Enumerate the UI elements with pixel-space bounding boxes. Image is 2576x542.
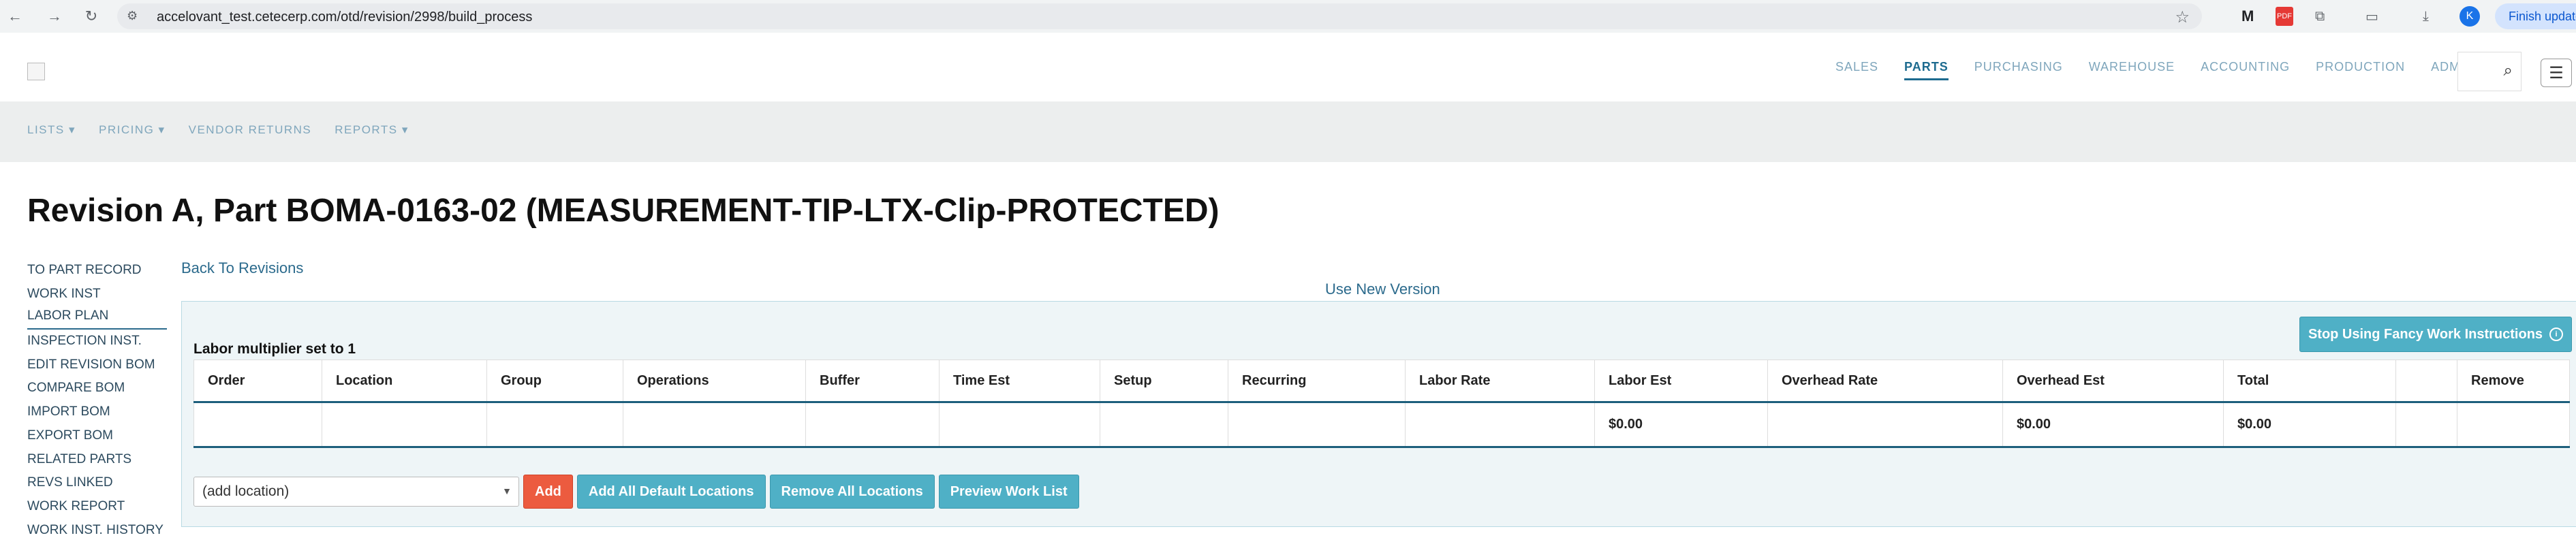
nav-production[interactable]: PRODUCTION [2316,60,2405,80]
total-cell [486,402,623,448]
column-header-group: Group [486,360,623,403]
tab-search-icon[interactable]: ▭ [2365,7,2378,26]
total-cell [939,402,1100,448]
total-cell [1405,402,1595,448]
subnav-vendor-returns[interactable]: VENDOR RETURNS [189,123,312,137]
sidebar-item-to-part-record[interactable]: TO PART RECORD [27,259,167,283]
column-header-labor-rate: Labor Rate [1405,360,1595,403]
column-header-location: Location [322,360,487,403]
nav-purchasing[interactable]: PURCHASING [1974,60,2063,80]
nav-sales[interactable]: SALES [1835,60,1878,80]
labor-multiplier-text: Labor multiplier set to 1 [193,341,356,357]
total-cell [2395,402,2457,448]
sidebar-item-work-report[interactable]: WORK REPORT [27,495,167,519]
column-header-operations: Operations [623,360,806,403]
page-title: Revision A, Part BOMA-0163-02 (MEASUREME… [27,193,1220,229]
sidebar-item-compare-bom[interactable]: COMPARE BOM [27,377,167,400]
sidebar-item-labor-plan[interactable]: LABOR PLAN [27,306,167,330]
back-arrow-icon[interactable]: ← [4,5,26,27]
sidebar-item-related-parts[interactable]: RELATED PARTS [27,448,167,472]
column-header-labor-est: Labor Est [1594,360,1768,403]
subnav-reports[interactable]: REPORTS ▾ [335,123,409,137]
pdf-extension-icon[interactable]: PDF [2276,7,2293,26]
browser-toolbar: ← → ↻ ⚙ accelovant_test.cetecerp.com/otd… [0,0,2576,33]
column-header-order: Order [193,360,322,403]
app-header: SALES PARTS PURCHASING WAREHOUSE ACCOUNT… [0,33,2576,101]
address-bar[interactable]: ⚙ accelovant_test.cetecerp.com/otd/revis… [117,3,2202,29]
subnav-pricing[interactable]: PRICING ▾ [99,123,166,137]
table-header-row: Order Location Group Operations Buffer T… [193,360,2570,403]
column-header-overhead-rate: Overhead Rate [1767,360,2003,403]
sidebar-item-work-inst-history[interactable]: WORK INST. HISTORY [27,519,167,542]
reload-icon[interactable]: ↻ [80,5,102,27]
add-all-default-locations-button[interactable]: Add All Default Locations [576,475,766,509]
hamburger-menu-icon[interactable]: ☰ [2541,59,2572,87]
nav-accounting[interactable]: ACCOUNTING [2201,60,2290,80]
add-button[interactable]: Add [523,475,573,509]
column-header-buffer: Buffer [805,360,940,403]
nav-parts[interactable]: PARTS [1904,60,1949,80]
subnav-lists[interactable]: LISTS ▾ [27,123,76,137]
preview-work-list-button[interactable]: Preview Work List [938,475,1079,509]
sidebar-item-inspection-inst[interactable]: INSPECTION INST. [27,330,167,353]
sidebar-item-revs-linked[interactable]: REVS LINKED [27,471,167,495]
sidebar: TO PART RECORD WORK INST LABOR PLAN INSP… [27,259,167,542]
column-header-overhead-est: Overhead Est [2002,360,2224,403]
location-actions: (add location) ▼ Add Add All Default Loc… [193,475,1079,509]
remove-all-locations-button[interactable]: Remove All Locations [769,475,935,509]
top-navigation: SALES PARTS PURCHASING WAREHOUSE ACCOUNT… [1835,60,2500,80]
back-to-revisions-link[interactable]: Back To Revisions [181,259,303,277]
stop-fancy-instructions-label: Stop Using Fancy Work Instructions [2308,326,2543,342]
info-icon: i [2549,328,2564,341]
total-cell [1228,402,1406,448]
total-cell [805,402,940,448]
search-icon[interactable]: ⌕ [2504,61,2513,80]
total-cell [1767,402,2003,448]
total-cell [2457,402,2570,448]
add-location-select[interactable]: (add location) ▼ [193,477,519,507]
finish-update-button[interactable]: Finish update [2495,3,2576,29]
column-header-total: Total [2223,360,2396,403]
column-header-time-est: Time Est [939,360,1100,403]
column-header-setup: Setup [1100,360,1228,403]
column-header-recurring: Recurring [1228,360,1406,403]
site-settings-icon[interactable]: ⚙ [127,9,142,24]
url-text: accelovant_test.cetecerp.com/otd/revisio… [157,10,533,25]
overhead-est-total: $0.00 [2002,402,2224,448]
search-input[interactable]: ⌕ [2457,52,2521,91]
sidebar-item-import-bom[interactable]: IMPORT BOM [27,400,167,424]
download-icon[interactable]: ⤓ [2423,7,2429,26]
totals-row: $0.00 $0.00 $0.00 [193,402,2570,448]
gmail-icon[interactable]: M [2241,7,2254,26]
add-location-value: (add location) [202,483,290,499]
nav-warehouse[interactable]: WAREHOUSE [2089,60,2175,80]
chevron-down-icon: ▼ [502,485,512,496]
sidebar-item-export-bom[interactable]: EXPORT BOM [27,424,167,448]
labor-est-total: $0.00 [1594,402,1768,448]
extensions-icon[interactable]: ⧉ [2315,7,2325,26]
forward-arrow-icon[interactable]: → [44,5,65,27]
bookmark-star-icon[interactable]: ☆ [2175,7,2190,27]
total-cell [193,402,322,448]
column-header-remove: Remove [2457,360,2570,403]
profile-avatar[interactable]: K [2459,6,2480,27]
total-cell [1100,402,1228,448]
company-logo[interactable] [27,63,45,80]
use-new-version-link[interactable]: Use New Version [1325,281,1440,298]
stop-fancy-instructions-button[interactable]: Stop Using Fancy Work Instructions i [2299,317,2572,352]
sidebar-item-work-inst[interactable]: WORK INST [27,283,167,306]
labor-table: Order Location Group Operations Buffer T… [193,360,2570,448]
total-cell [623,402,806,448]
sidebar-item-edit-revision-bom[interactable]: EDIT REVISION BOM [27,353,167,377]
total-cell [322,402,487,448]
grand-total: $0.00 [2223,402,2396,448]
column-header-blank [2395,360,2457,403]
sub-navigation: LISTS ▾ PRICING ▾ VENDOR RETURNS REPORTS… [0,101,2576,162]
